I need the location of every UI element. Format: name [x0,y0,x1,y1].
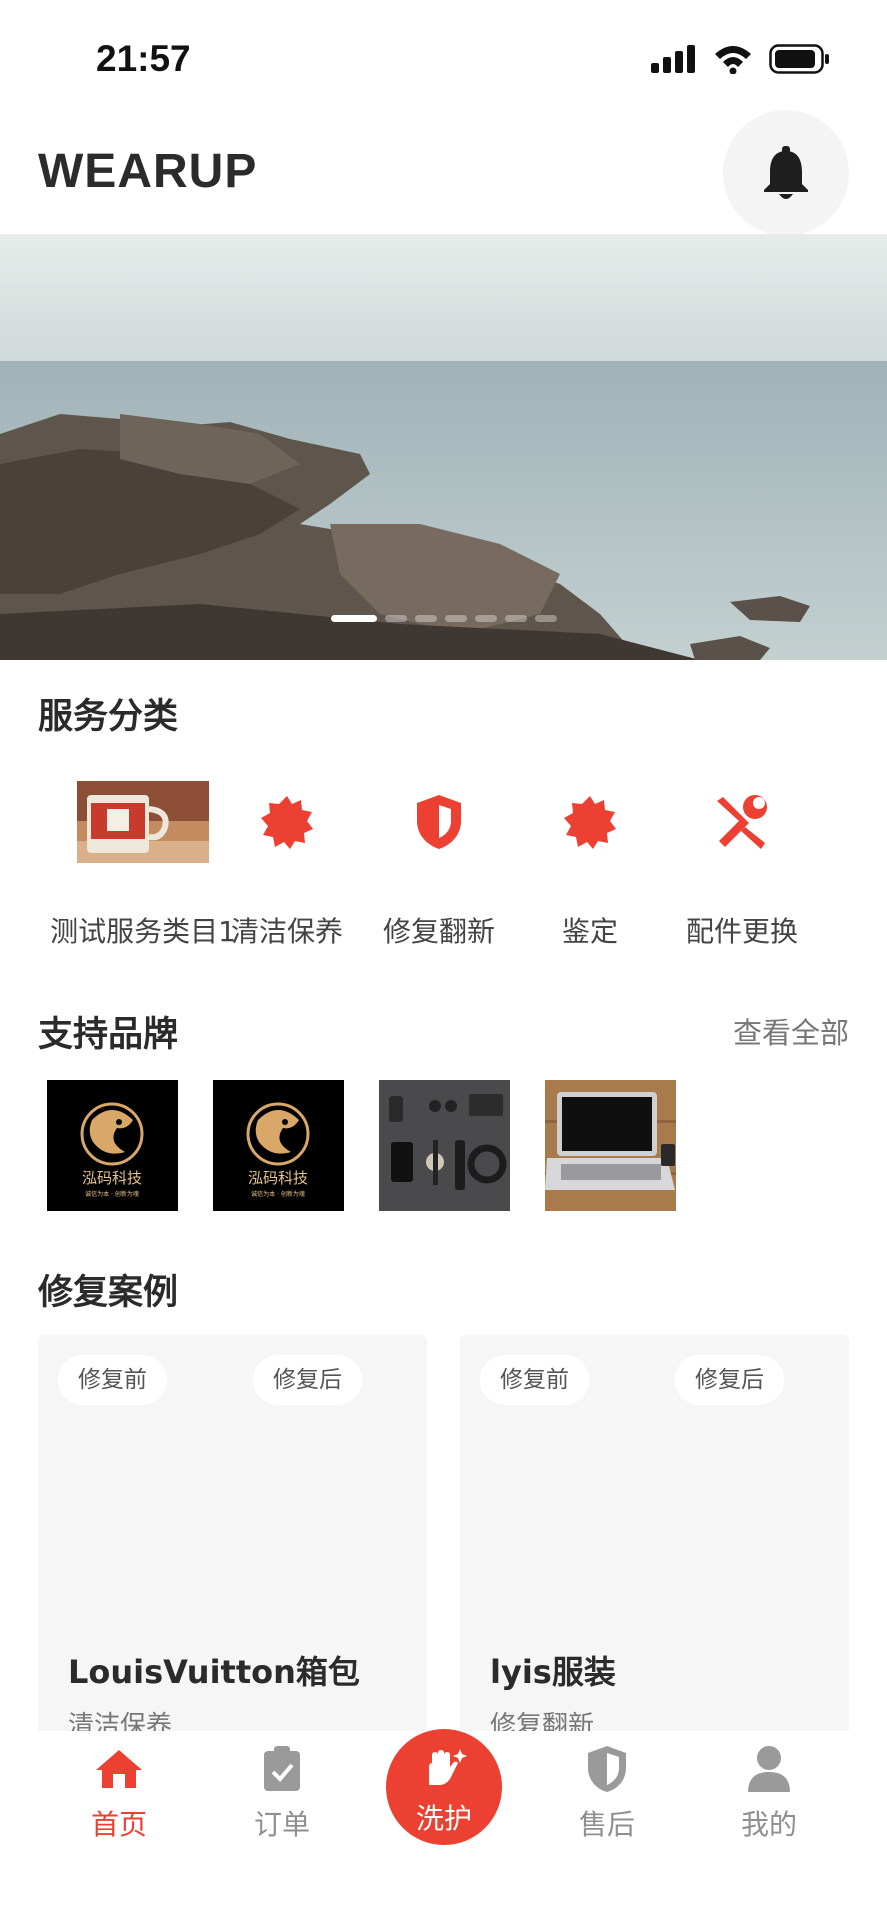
carousel-dots [0,615,887,622]
person-icon [709,1741,829,1797]
app-title: WEARUP [38,145,258,198]
shield-icon [373,780,505,864]
tab-orders[interactable]: 订单 [222,1741,342,1843]
hand-sparkle-icon [386,1729,502,1797]
carousel-dot[interactable] [330,615,377,622]
case-card[interactable]: 修复前 修复后 LouisVuitton箱包 清洁保养 [38,1335,427,1735]
brand-logo[interactable]: 泓码科技 诚信为本 · 创新为魂 [47,1080,178,1211]
tools-icon [676,780,808,864]
service-category-label: 配件更换 [685,915,798,948]
view-all-brands-link[interactable]: 查看全部 [733,1010,849,1052]
carousel-dot[interactable] [444,615,467,622]
brand-photo[interactable] [379,1080,510,1211]
brand-name: 泓码科技 [82,1169,142,1187]
carousel-dot[interactable] [384,615,407,622]
brands-title: 支持品牌 [38,1015,179,1055]
tab-label: 订单 [253,1808,310,1841]
before-label: 修复前 [58,1355,167,1405]
carousel-dot[interactable] [414,615,437,622]
case-title: LouisVuitton箱包 [68,1653,360,1691]
case-title: lyis服装 [490,1653,616,1691]
after-label: 修复后 [253,1355,362,1405]
case-card[interactable]: 修复前 修复后 lyis服装 修复翻新 [460,1335,849,1735]
battery-icon [769,44,829,74]
home-icon [59,1741,179,1797]
brand-name: 泓码科技 [248,1169,308,1187]
status-icons [651,44,831,74]
badge-icon [221,780,353,864]
mug-photo-icon [77,780,209,864]
tab-profile[interactable]: 我的 [709,1741,829,1843]
tab-home[interactable]: 首页 [59,1741,179,1843]
carousel-dot[interactable] [504,615,527,622]
banner-carousel[interactable] [0,234,887,660]
banner-image [0,234,887,660]
carousel-dot[interactable] [534,615,557,622]
tab-label: 我的 [740,1808,797,1841]
brand-list: 泓码科技 诚信为本 · 创新为魂 泓码科技 诚信为本 · 创新为魂 [47,1080,676,1211]
bell-icon [764,146,808,199]
services-title: 服务分类 [38,697,179,737]
after-label: 修复后 [675,1355,784,1405]
tab-after-sales[interactable]: 售后 [547,1741,667,1843]
brand-logo[interactable]: 泓码科技 诚信为本 · 创新为魂 [213,1080,344,1211]
status-time: 21:57 [96,38,191,79]
brand-photo[interactable] [545,1080,676,1211]
bottom-tab-bar: 首页 订单 洗护 售后 我的 [0,1729,887,1919]
service-categories: 测试服务类目1 清洁保养 修复翻新 鉴定 配件更换 [38,780,850,960]
carousel-dot[interactable] [474,615,497,622]
wifi-icon [715,46,751,74]
notification-button[interactable] [723,110,849,236]
status-bar: 21:57 [0,0,887,110]
tab-label: 首页 [90,1808,147,1841]
tab-wash-care[interactable]: 洗护 [386,1729,502,1845]
tab-label: 洗护 [415,1802,472,1835]
badge-icon [524,780,656,864]
before-label: 修复前 [480,1355,589,1405]
cases-title: 修复案例 [38,1273,179,1313]
tab-label: 售后 [578,1808,635,1841]
brand-tagline: 诚信为本 · 创新为魂 [85,1190,139,1198]
cellular-signal-icon [651,45,695,73]
clipboard-check-icon [222,1741,342,1797]
app-header: WEARUP [0,110,887,236]
brand-tagline: 诚信为本 · 创新为魂 [251,1190,305,1198]
shield-half-icon [547,1741,667,1797]
